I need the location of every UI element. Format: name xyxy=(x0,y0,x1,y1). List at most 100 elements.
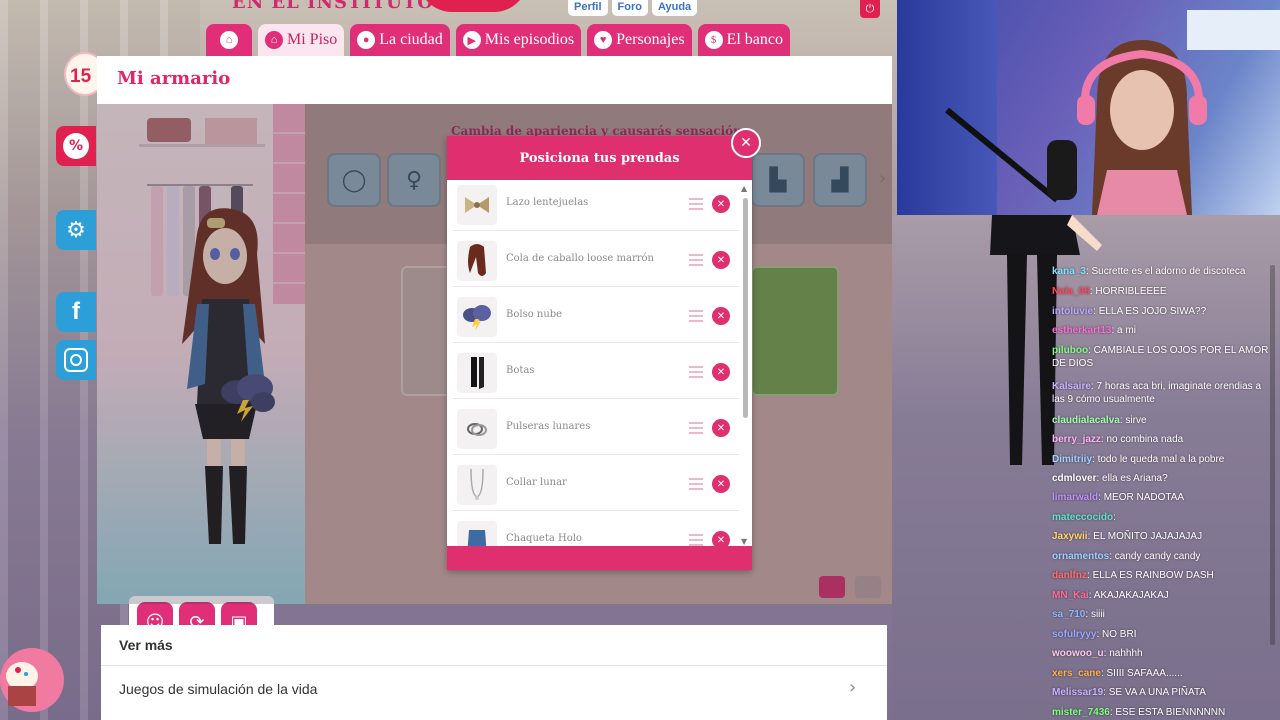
list-item[interactable]: Bolso nube ✕ xyxy=(453,292,739,343)
chat-text: AKAJAKAJAKAJ xyxy=(1093,590,1169,601)
chat-message: danlfnz: ELLA ES RAINBOW DASH xyxy=(1052,569,1214,582)
remove-item-button[interactable]: ✕ xyxy=(712,475,730,493)
webcam-overlay xyxy=(897,0,1280,215)
cupcake-icon xyxy=(0,648,64,712)
drag-handle-icon[interactable] xyxy=(689,198,703,213)
tab-mi-piso[interactable]: ⌂ Mi Piso xyxy=(258,24,345,56)
remove-item-button[interactable]: ✕ xyxy=(712,307,730,325)
tab-la-ciudad[interactable]: ● La ciudad xyxy=(350,24,450,56)
list-item[interactable]: Botas ✕ xyxy=(453,348,739,399)
chat-username[interactable]: Melissar19 xyxy=(1052,687,1103,698)
remove-item-button[interactable]: ✕ xyxy=(712,251,730,269)
microphone-arm xyxy=(945,107,1077,203)
remove-item-button[interactable]: ✕ xyxy=(712,419,730,437)
chat-username[interactable]: danlfnz xyxy=(1052,570,1087,581)
position-items-modal: Posiciona tus prendas Lazo lentejuelas ✕… xyxy=(447,136,752,570)
chat-username[interactable]: Nala_06 xyxy=(1052,286,1090,297)
chat-username[interactable]: berry_jazz xyxy=(1052,434,1101,445)
facebook-button[interactable]: f xyxy=(56,292,96,332)
chat-text: SE VA A UNA PIÑATA xyxy=(1108,687,1206,698)
play-icon: ▶ xyxy=(462,31,481,49)
tab-mis-episodios[interactable]: ▶ Mis episodios xyxy=(455,24,582,56)
chat-scrollbar[interactable] xyxy=(1270,265,1275,645)
chat-username[interactable]: mateccocido xyxy=(1052,512,1113,523)
modal-scrollbar[interactable]: ▲ ▼ xyxy=(741,184,749,546)
home-button[interactable]: ⌂ xyxy=(206,24,252,56)
chat-text: candy candy candy xyxy=(1114,551,1201,562)
scroll-up-icon[interactable]: ▲ xyxy=(741,184,747,193)
forum-link[interactable]: Foro xyxy=(611,0,648,16)
remove-item-button[interactable]: ✕ xyxy=(712,363,730,381)
chat-username[interactable]: claudialacalva xyxy=(1052,415,1120,426)
list-item[interactable]: Collar lunar ✕ xyxy=(453,460,739,511)
chat-username[interactable]: piluboo xyxy=(1052,345,1088,356)
list-item[interactable]: Cola de caballo loose marrón ✕ xyxy=(453,236,739,287)
drag-handle-icon[interactable] xyxy=(689,534,703,546)
related-link[interactable]: Juegos de simulación de la vida xyxy=(119,681,317,697)
scroll-down-icon[interactable]: ▼ xyxy=(741,537,747,546)
list-item[interactable]: Chaqueta Holo ✕ xyxy=(453,516,739,546)
chat-username[interactable]: limarwald xyxy=(1052,492,1098,503)
main-nav: ⌂ ⌂ Mi Piso ● La ciudad ▶ Mis episodios … xyxy=(206,24,790,56)
chat-username[interactable]: sa_710 xyxy=(1052,609,1085,620)
discount-button[interactable]: % xyxy=(56,126,96,166)
list-item[interactable]: Lazo lentejuelas ✕ xyxy=(453,180,739,231)
close-modal-button[interactable]: ✕ xyxy=(731,128,761,158)
modal-footer xyxy=(447,546,752,570)
chat-message: xers_cane: SIIII SAFAAA...... xyxy=(1052,667,1183,680)
scroll-thumb[interactable] xyxy=(743,198,748,418)
divider xyxy=(101,665,887,666)
drag-handle-icon[interactable] xyxy=(689,422,703,437)
settings-button[interactable]: ⚙ xyxy=(56,210,96,250)
chat-username[interactable]: MN_Kai xyxy=(1052,590,1089,601)
tab-el-banco[interactable]: $ El banco xyxy=(697,24,790,56)
instagram-button[interactable] xyxy=(56,340,96,380)
ver-mas-panel: Ver más Juegos de simulación de la vida … xyxy=(101,625,887,720)
chat-text: todo le queda mal a la pobre xyxy=(1097,454,1225,465)
chevron-right-icon[interactable]: › xyxy=(849,677,856,698)
item-label: Botas xyxy=(506,365,535,376)
chat-username[interactable]: ornamentos xyxy=(1052,551,1109,562)
chat-message: mateccocido: xyxy=(1052,511,1116,524)
chat-message: mister_7436: ESE ESTA BIENNNNNN xyxy=(1052,706,1225,719)
chat-message: Dimitriiy: todo le queda mal a la pobre xyxy=(1052,453,1224,466)
top-links: Perfil Foro Ayuda xyxy=(568,0,698,16)
chat-text: MEOR NADOTAA xyxy=(1103,492,1185,503)
chat-username[interactable]: mister_7436 xyxy=(1052,707,1110,718)
remove-item-button[interactable]: ✕ xyxy=(712,195,730,213)
items-list: Lazo lentejuelas ✕ Cola de caballo loose… xyxy=(447,180,742,546)
item-label: Cola de caballo loose marrón xyxy=(506,253,654,264)
chat-username[interactable]: Jaxywii xyxy=(1052,531,1088,542)
list-item[interactable]: Pulseras lunares ✕ xyxy=(453,404,739,455)
remove-item-button[interactable]: ✕ xyxy=(712,531,730,546)
chat-message: ornamentos: candy candy candy xyxy=(1052,550,1200,563)
drag-handle-icon[interactable] xyxy=(689,478,703,493)
help-link[interactable]: Ayuda xyxy=(651,0,698,16)
power-icon[interactable]: ⏻ xyxy=(860,0,880,18)
drag-handle-icon[interactable] xyxy=(689,254,703,269)
chat-username[interactable]: xers_cane xyxy=(1052,668,1101,679)
profile-link[interactable]: Perfil xyxy=(568,0,608,16)
chat-text: no combina nada xyxy=(1106,434,1184,445)
item-label: Bolso nube xyxy=(506,309,563,320)
chat-message: claudialacalva: sirve xyxy=(1052,414,1147,427)
chat-username[interactable]: kana_3 xyxy=(1052,266,1086,277)
chat-text: EL MOÑITO JAJAJAJAJ xyxy=(1093,531,1203,542)
chat-username[interactable]: sofulryyy xyxy=(1052,629,1096,640)
drag-handle-icon[interactable] xyxy=(689,310,703,325)
chat-text: nahhhh xyxy=(1109,648,1143,659)
chat-username[interactable]: Dimitriiy xyxy=(1052,454,1092,465)
cloud-icon xyxy=(457,297,497,337)
chat-username[interactable]: Kalsaire xyxy=(1052,381,1091,392)
chat-username[interactable]: estherkart13 xyxy=(1052,325,1111,336)
bank-icon: $ xyxy=(704,31,723,49)
tab-label: Mis episodios xyxy=(484,31,575,48)
chat-message: sa_710: siiii xyxy=(1052,608,1105,621)
chat-username[interactable]: woowoo_u xyxy=(1052,648,1104,659)
chat-message: piluboo: CAMBIALE LOS OJOS POR EL AMOR D… xyxy=(1052,344,1274,370)
item-label: Pulseras lunares xyxy=(506,421,591,432)
chat-username[interactable]: intoluvie xyxy=(1052,306,1093,317)
drag-handle-icon[interactable] xyxy=(689,366,703,381)
chat-username[interactable]: cdmlover xyxy=(1052,473,1096,484)
tab-personajes[interactable]: ♥ Personajes xyxy=(587,24,692,56)
